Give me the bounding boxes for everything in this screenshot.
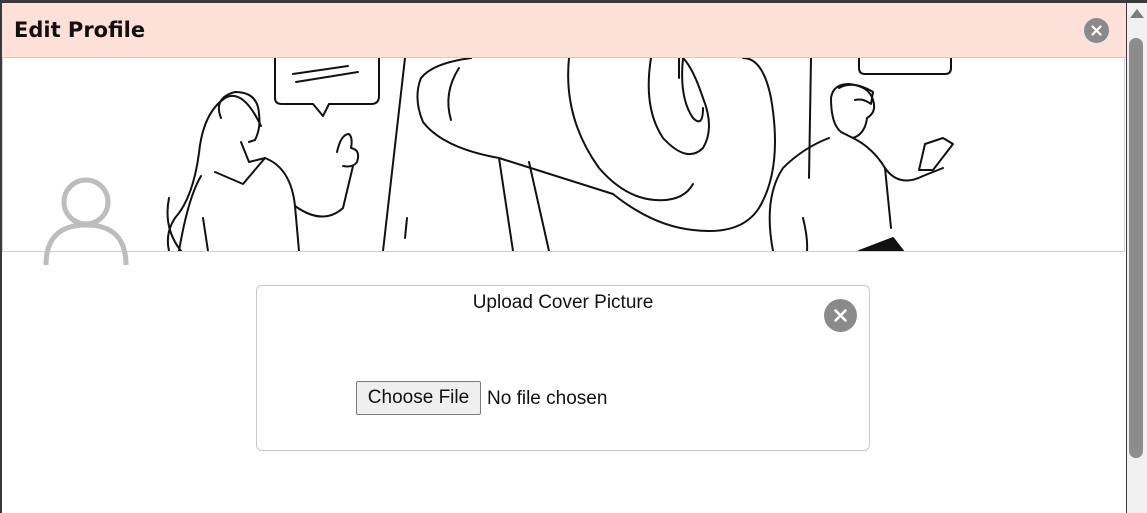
file-status-text: No file chosen (487, 388, 608, 409)
cover-picture[interactable] (2, 58, 1125, 252)
scrollbar[interactable] (1127, 3, 1147, 513)
user-avatar-icon (43, 177, 129, 266)
megaphone-illustration (166, 58, 954, 251)
close-icon (1091, 25, 1102, 36)
modal-close-button[interactable] (1084, 18, 1109, 43)
scroll-up-arrow-icon[interactable] (1130, 9, 1144, 18)
upload-cover-card: Upload Cover Picture Choose File No file… (256, 285, 870, 451)
close-icon (834, 309, 847, 322)
scrollbar-thumb[interactable] (1129, 38, 1143, 458)
choose-file-button[interactable]: Choose File (356, 381, 481, 415)
modal-title: Edit Profile (14, 18, 146, 42)
upload-close-button[interactable] (824, 299, 857, 332)
avatar[interactable] (42, 173, 130, 268)
modal-header: Edit Profile (2, 3, 1126, 58)
upload-cover-title: Upload Cover Picture (472, 292, 654, 313)
edit-profile-modal: Edit Profile Upload Cover Picture Choose… (2, 3, 1126, 513)
